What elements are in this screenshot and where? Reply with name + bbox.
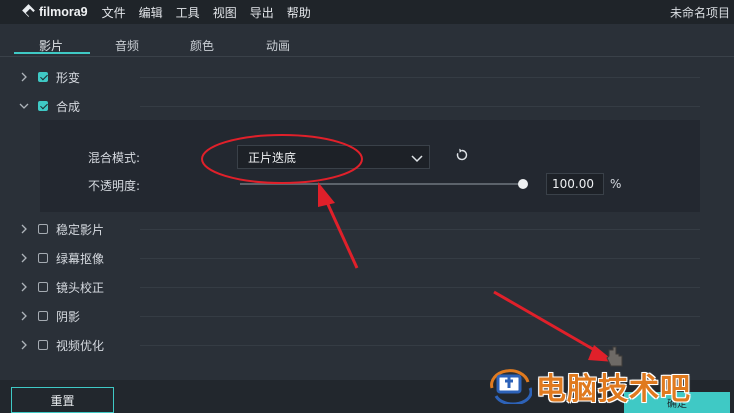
stabilize-checkbox[interactable] — [38, 224, 48, 234]
section-label: 形变 — [56, 70, 81, 85]
percent-unit: % — [610, 177, 622, 191]
shadow-checkbox[interactable] — [38, 311, 48, 321]
opacity-slider-thumb[interactable] — [518, 179, 528, 189]
divider — [140, 77, 700, 78]
section-label: 阴影 — [56, 309, 81, 324]
tab-bar: 影片 音频 颜色 动画 — [0, 24, 734, 57]
divider — [140, 258, 700, 259]
blend-mode-select[interactable]: 正片迭底 — [237, 145, 430, 169]
watermark-text: 电脑技术吧 — [536, 372, 691, 407]
composite-checkbox[interactable] — [38, 101, 48, 111]
menu-file[interactable]: 文件 — [102, 4, 126, 21]
logo-text: filmora9 — [39, 5, 88, 19]
chevron-right-icon[interactable] — [19, 311, 29, 321]
section-composite[interactable]: 合成 — [0, 94, 720, 118]
opacity-label: 不透明度: — [88, 179, 141, 193]
tab-audio[interactable]: 音频 — [115, 37, 139, 54]
reset-button[interactable]: 重置 — [11, 387, 114, 413]
chevron-right-icon[interactable] — [19, 253, 29, 263]
section-label: 合成 — [56, 99, 81, 114]
divider — [140, 229, 700, 230]
project-title: 未命名项目 — [669, 6, 730, 20]
chevron-down-icon — [411, 152, 423, 167]
reset-icon[interactable] — [455, 148, 469, 165]
section-label: 视频优化 — [56, 338, 105, 353]
active-tab-indicator — [14, 52, 90, 54]
video-enhance-checkbox[interactable] — [38, 340, 48, 350]
section-stabilize[interactable]: 稳定影片 — [0, 217, 720, 241]
menu-help[interactable]: 帮助 — [287, 4, 311, 21]
section-transform[interactable]: 形变 — [0, 65, 720, 89]
tab-animation[interactable]: 动画 — [266, 37, 290, 54]
chevron-down-icon[interactable] — [19, 101, 29, 111]
watermark-logo-icon — [488, 366, 533, 407]
transform-checkbox[interactable] — [38, 72, 48, 82]
section-shadow[interactable]: 阴影 — [0, 304, 720, 328]
chevron-right-icon[interactable] — [19, 224, 29, 234]
chevron-right-icon[interactable] — [19, 72, 29, 82]
divider — [140, 106, 700, 107]
chevron-right-icon[interactable] — [19, 340, 29, 350]
blend-mode-label: 混合模式: — [88, 151, 141, 165]
filmora-logo-icon — [22, 5, 36, 19]
chroma-key-checkbox[interactable] — [38, 253, 48, 263]
section-label: 镜头校正 — [56, 280, 105, 295]
tab-color[interactable]: 颜色 — [190, 37, 214, 54]
menu-edit[interactable]: 编辑 — [139, 4, 163, 21]
lens-correction-checkbox[interactable] — [38, 282, 48, 292]
opacity-input[interactable]: 100.00 — [546, 173, 604, 195]
app-logo: filmora9 — [22, 5, 88, 19]
menu-view[interactable]: 视图 — [213, 4, 237, 21]
section-chroma-key[interactable]: 绿幕抠像 — [0, 246, 720, 270]
menu-export[interactable]: 导出 — [250, 4, 274, 21]
blend-mode-value: 正片迭底 — [248, 150, 297, 165]
watermark: 电脑技术吧 — [488, 364, 691, 408]
section-label: 绿幕抠像 — [56, 251, 105, 266]
chevron-right-icon[interactable] — [19, 282, 29, 292]
opacity-slider-track[interactable] — [240, 183, 524, 185]
menu-tools[interactable]: 工具 — [176, 4, 200, 21]
section-lens-correction[interactable]: 镜头校正 — [0, 275, 720, 299]
menu-bar: filmora9 文件 编辑 工具 视图 导出 帮助 未命名项目 — [0, 0, 734, 24]
divider — [140, 316, 700, 317]
section-label: 稳定影片 — [56, 222, 105, 237]
divider — [140, 287, 700, 288]
